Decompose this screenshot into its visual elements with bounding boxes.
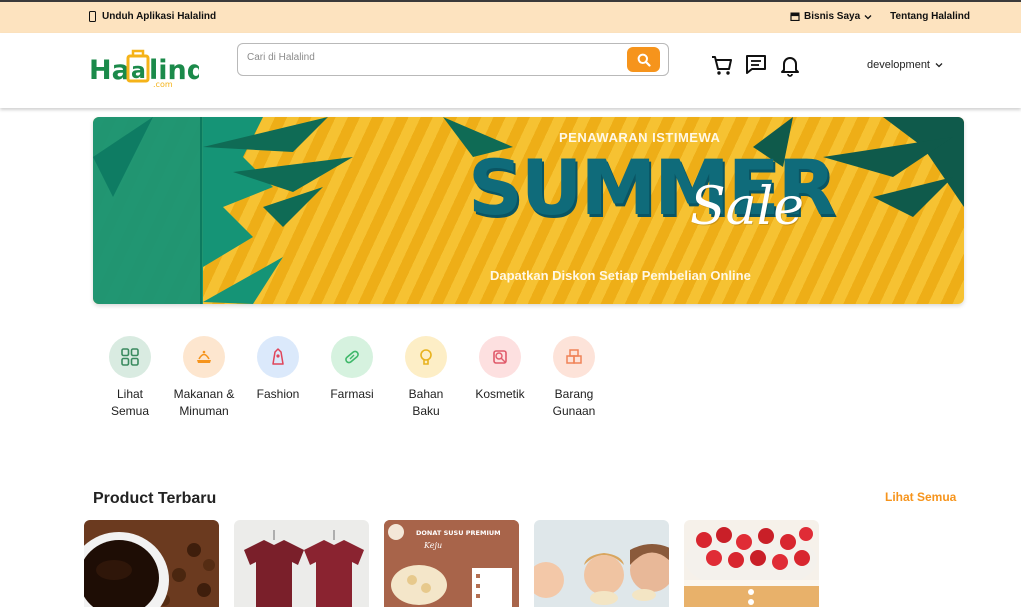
product-card-tshirt[interactable] — [234, 520, 369, 607]
category-label: Kosmetik — [475, 387, 525, 401]
svg-text:Keju: Keju — [423, 541, 442, 550]
category-item-fashion[interactable]: Fashion — [241, 336, 315, 420]
cosmetic-icon — [479, 336, 521, 378]
download-app-link[interactable]: Unduh Aplikasi Halalind — [89, 11, 216, 22]
product-card-kids-snack[interactable] — [534, 520, 669, 607]
category-label: Farmasi — [330, 387, 374, 401]
category-item-all[interactable]: Lihat Semua — [93, 336, 167, 420]
user-menu[interactable]: development — [867, 59, 943, 71]
chat-icon[interactable] — [744, 53, 768, 77]
category-label: Bahan Baku — [408, 387, 444, 418]
search-icon — [637, 53, 651, 67]
chevron-down-icon — [935, 63, 943, 68]
pill-icon — [331, 336, 373, 378]
product-list: DONAT SUSU PREMIUM Keju — [84, 520, 819, 607]
see-all-link[interactable]: Lihat Semua — [885, 490, 956, 504]
chevron-down-icon — [864, 14, 872, 19]
search-input[interactable] — [247, 52, 617, 63]
svg-text:Ha: Ha — [89, 55, 130, 86]
halalind-logo[interactable]: Ha a lind .com — [89, 45, 206, 89]
notification-bell-icon[interactable] — [778, 53, 802, 77]
product-card-coffee[interactable] — [84, 520, 219, 607]
category-item-ingredients[interactable]: Bahan Baku — [389, 336, 463, 420]
food-icon — [183, 336, 225, 378]
tshirt-image — [234, 520, 369, 607]
category-list: Lihat Semua Makanan & Minuman Fashion Fa… — [93, 336, 611, 420]
strawberry-cake-image — [684, 520, 819, 607]
fashion-icon — [257, 336, 299, 378]
category-item-cosmetics[interactable]: Kosmetik — [463, 336, 537, 420]
store-icon — [790, 12, 800, 21]
product-card-strawberry-cake[interactable] — [684, 520, 819, 607]
product-card-donut[interactable]: DONAT SUSU PREMIUM Keju — [384, 520, 519, 607]
cart-icon[interactable] — [710, 53, 734, 77]
category-label: Fashion — [256, 387, 300, 401]
category-label: Barang Gunaan — [552, 387, 596, 418]
top-bar: Unduh Aplikasi Halalind Bisnis Saya Tent… — [0, 0, 1021, 33]
banner-script-title: Sale — [690, 177, 805, 237]
search-bar — [237, 43, 669, 76]
banner-tagline: Dapatkan Diskon Setiap Pembelian Online — [490, 268, 751, 283]
goods-icon — [553, 336, 595, 378]
about-link[interactable]: Tentang Halalind — [890, 11, 970, 22]
phone-icon — [89, 11, 96, 22]
category-label: Makanan & Minuman — [173, 387, 235, 418]
category-label: Lihat Semua — [110, 387, 150, 418]
category-item-food[interactable]: Makanan & Minuman — [167, 336, 241, 420]
donut-image: DONAT SUSU PREMIUM Keju — [384, 520, 519, 607]
category-item-pharmacy[interactable]: Farmasi — [315, 336, 389, 420]
donut-label: DONAT SUSU PREMIUM — [416, 529, 501, 537]
section-title: Product Terbaru — [93, 490, 217, 507]
business-menu[interactable]: Bisnis Saya — [790, 11, 872, 22]
promo-banner[interactable]: PENAWARAN ISTIMEWA SUMMER Sale Dapatkan … — [93, 117, 964, 304]
coffee-image — [84, 520, 219, 607]
svg-text:a: a — [131, 59, 146, 84]
kids-snack-image — [534, 520, 669, 607]
business-label: Bisnis Saya — [804, 11, 861, 22]
main-header: Ha a lind .com development — [0, 33, 1021, 108]
category-item-goods[interactable]: Barang Gunaan — [537, 336, 611, 420]
grid-icon — [109, 336, 151, 378]
search-button[interactable] — [627, 47, 660, 72]
ingredient-icon — [405, 336, 447, 378]
user-name: development — [867, 59, 930, 71]
svg-text:.com: .com — [153, 80, 173, 89]
download-app-label: Unduh Aplikasi Halalind — [102, 11, 217, 22]
